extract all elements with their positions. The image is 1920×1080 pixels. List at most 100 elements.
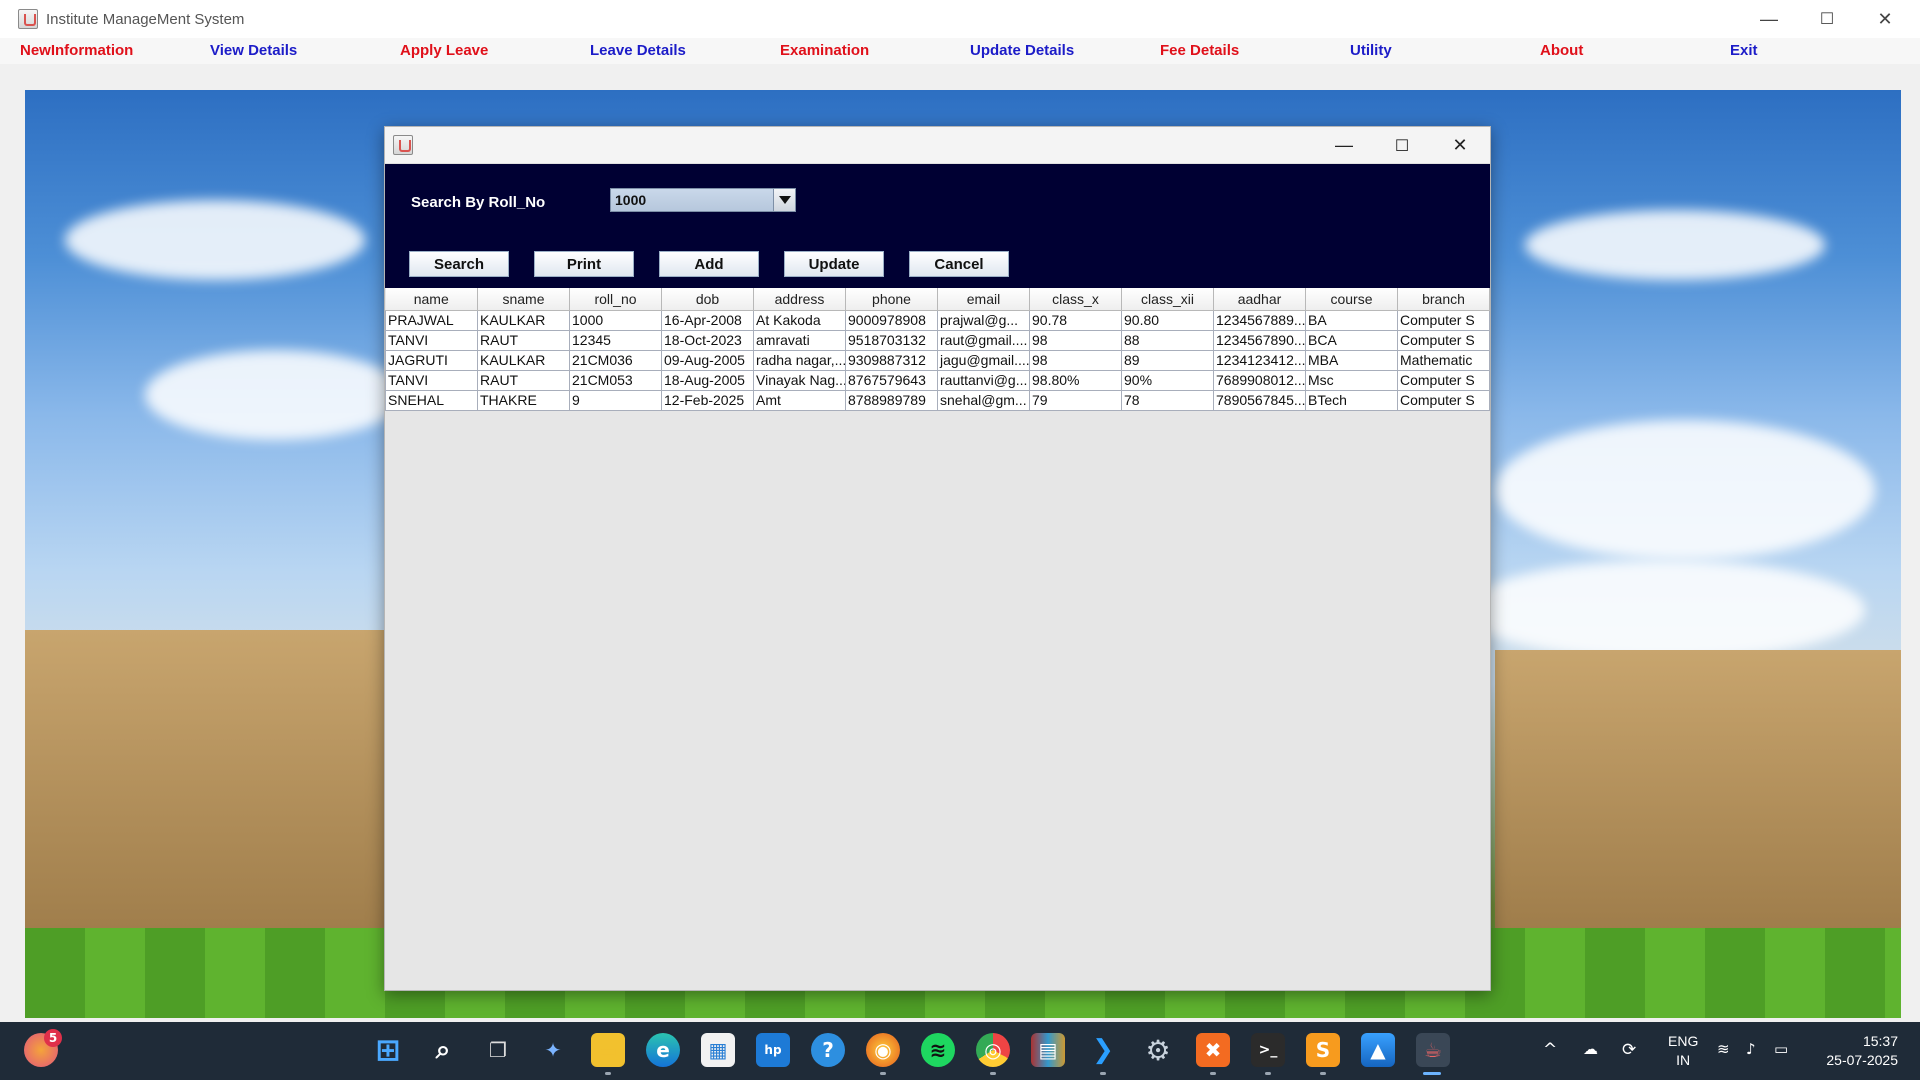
table-cell[interactable]: TANVI: [385, 329, 478, 351]
table-cell[interactable]: 8788989789: [845, 389, 938, 411]
table-cell[interactable]: 21CM036: [569, 349, 662, 371]
menu-utility[interactable]: Utility: [1350, 42, 1392, 59]
table-cell[interactable]: 18-Oct-2023: [661, 329, 754, 351]
table-cell[interactable]: 1234567889...: [1213, 309, 1306, 331]
windows-start-icon[interactable]: ⊞: [371, 1033, 405, 1068]
table-row[interactable]: SNEHAL THAKRE 9 12-Feb-2025 Amt 8788989789 sne…: [385, 389, 1490, 411]
spotify-icon[interactable]: ≋: [921, 1033, 955, 1067]
help-icon[interactable]: ?: [811, 1033, 845, 1067]
table-row[interactable]: JAGRUTI KAULKAR 21CM036 09-Aug-2005 radha na…: [385, 349, 1490, 371]
table-row[interactable]: TANVI RAUT 12345 18-Oct-2023 amravati 9518703…: [385, 329, 1490, 351]
table-row[interactable]: PRAJWAL KAULKAR 1000 16-Apr-2008 At Kakoda 90…: [385, 309, 1490, 331]
table-cell[interactable]: RAUT: [477, 329, 570, 351]
sync-icon[interactable]: ⟳: [1622, 1040, 1636, 1060]
table-cell[interactable]: 18-Aug-2005: [661, 369, 754, 391]
clock[interactable]: 15:37 25-07-2025: [1826, 1032, 1898, 1070]
table-cell[interactable]: BA: [1305, 309, 1398, 331]
table-cell[interactable]: 90.78: [1029, 309, 1122, 331]
firefox-icon[interactable]: ◉: [866, 1033, 900, 1067]
table-cell[interactable]: MBA: [1305, 349, 1398, 371]
table-cell[interactable]: Amt: [753, 389, 846, 411]
chevron-up-icon[interactable]: ^: [1543, 1040, 1557, 1060]
table-cell[interactable]: jagu@gmail....: [937, 349, 1030, 371]
dialog-close-button[interactable]: ✕: [1431, 127, 1489, 164]
search-button[interactable]: Search: [409, 251, 509, 277]
minimize-button[interactable]: —: [1740, 0, 1798, 38]
table-cell[interactable]: 90.80: [1121, 309, 1214, 331]
table-cell[interactable]: snehal@gm...: [937, 389, 1030, 411]
table-cell[interactable]: 98: [1029, 329, 1122, 351]
table-cell[interactable]: Mathematic: [1397, 349, 1490, 371]
table-cell[interactable]: JAGRUTI: [385, 349, 478, 371]
table-cell[interactable]: THAKRE: [477, 389, 570, 411]
table-cell[interactable]: Computer S: [1397, 389, 1490, 411]
wifi-icon[interactable]: ≋: [1717, 1040, 1730, 1058]
table-cell[interactable]: Computer S: [1397, 309, 1490, 331]
table-cell[interactable]: BTech: [1305, 389, 1398, 411]
table-cell[interactable]: 9518703132: [845, 329, 938, 351]
table-cell[interactable]: SNEHAL: [385, 389, 478, 411]
edge-icon[interactable]: e: [646, 1033, 680, 1067]
table-cell[interactable]: amravati: [753, 329, 846, 351]
column-header[interactable]: address: [753, 288, 846, 311]
column-header[interactable]: roll_no: [569, 288, 662, 311]
table-cell[interactable]: 7890567845...: [1213, 389, 1306, 411]
table-cell[interactable]: 16-Apr-2008: [661, 309, 754, 331]
table-cell[interactable]: 8767579643: [845, 369, 938, 391]
table-cell[interactable]: 21CM053: [569, 369, 662, 391]
column-header[interactable]: email: [937, 288, 1030, 311]
menu-view-details[interactable]: View Details: [210, 42, 297, 59]
table-cell[interactable]: KAULKAR: [477, 309, 570, 331]
table-cell[interactable]: 88: [1121, 329, 1214, 351]
table-cell[interactable]: Computer S: [1397, 369, 1490, 391]
table-cell[interactable]: 09-Aug-2005: [661, 349, 754, 371]
table-cell[interactable]: radha nagar,...: [753, 349, 846, 371]
column-header[interactable]: class_xii: [1121, 288, 1214, 311]
table-cell[interactable]: RAUT: [477, 369, 570, 391]
table-cell[interactable]: raut@gmail....: [937, 329, 1030, 351]
copilot-icon[interactable]: ✦: [536, 1033, 570, 1067]
myhp-icon[interactable]: hp: [756, 1033, 790, 1067]
volume-icon[interactable]: ♪: [1746, 1040, 1756, 1058]
menu-examination[interactable]: Examination: [780, 42, 869, 59]
table-cell[interactable]: 9: [569, 389, 662, 411]
battery-icon[interactable]: ▭: [1774, 1040, 1788, 1058]
dialog-maximize-button[interactable]: ☐: [1373, 127, 1431, 164]
vscode-icon[interactable]: ❯: [1086, 1033, 1120, 1067]
column-header[interactable]: class_x: [1029, 288, 1122, 311]
menu-exit[interactable]: Exit: [1730, 42, 1758, 59]
xampp-icon[interactable]: ✖: [1196, 1033, 1230, 1067]
cloud-offline-icon[interactable]: ☁: [1583, 1040, 1598, 1058]
table-cell[interactable]: rauttanvi@g...: [937, 369, 1030, 391]
copilot-badge-icon[interactable]: 5: [24, 1029, 62, 1067]
table-cell[interactable]: 1234123412...: [1213, 349, 1306, 371]
table-cell[interactable]: 78: [1121, 389, 1214, 411]
chrome-icon[interactable]: ◎: [976, 1033, 1010, 1067]
table-cell[interactable]: At Kakoda: [753, 309, 846, 331]
table-cell[interactable]: 89: [1121, 349, 1214, 371]
column-header[interactable]: phone: [845, 288, 938, 311]
table-cell[interactable]: BCA: [1305, 329, 1398, 351]
table-cell[interactable]: 98.80%: [1029, 369, 1122, 391]
photos-icon[interactable]: ▲: [1361, 1033, 1395, 1067]
table-cell[interactable]: 9000978908: [845, 309, 938, 331]
table-cell[interactable]: Msc: [1305, 369, 1398, 391]
search-icon[interactable]: ⌕: [426, 1033, 460, 1067]
file-explorer-icon[interactable]: ▭: [591, 1033, 625, 1067]
table-cell[interactable]: 1234567890...: [1213, 329, 1306, 351]
settings-icon[interactable]: ⚙: [1141, 1033, 1175, 1067]
table-cell[interactable]: Vinayak Nag...: [753, 369, 846, 391]
column-header[interactable]: sname: [477, 288, 570, 311]
table-cell[interactable]: 1000: [569, 309, 662, 331]
table-cell[interactable]: Computer S: [1397, 329, 1490, 351]
column-header[interactable]: course: [1305, 288, 1398, 311]
menu-new-information[interactable]: NewInformation: [20, 42, 133, 59]
cancel-button[interactable]: Cancel: [909, 251, 1009, 277]
winrar-icon[interactable]: ▤: [1031, 1033, 1065, 1067]
table-cell[interactable]: PRAJWAL: [385, 309, 478, 331]
java-icon[interactable]: ☕: [1416, 1033, 1450, 1067]
table-cell[interactable]: 9309887312: [845, 349, 938, 371]
table-cell[interactable]: 90%: [1121, 369, 1214, 391]
table-cell[interactable]: TANVI: [385, 369, 478, 391]
table-cell[interactable]: 7689908012...: [1213, 369, 1306, 391]
